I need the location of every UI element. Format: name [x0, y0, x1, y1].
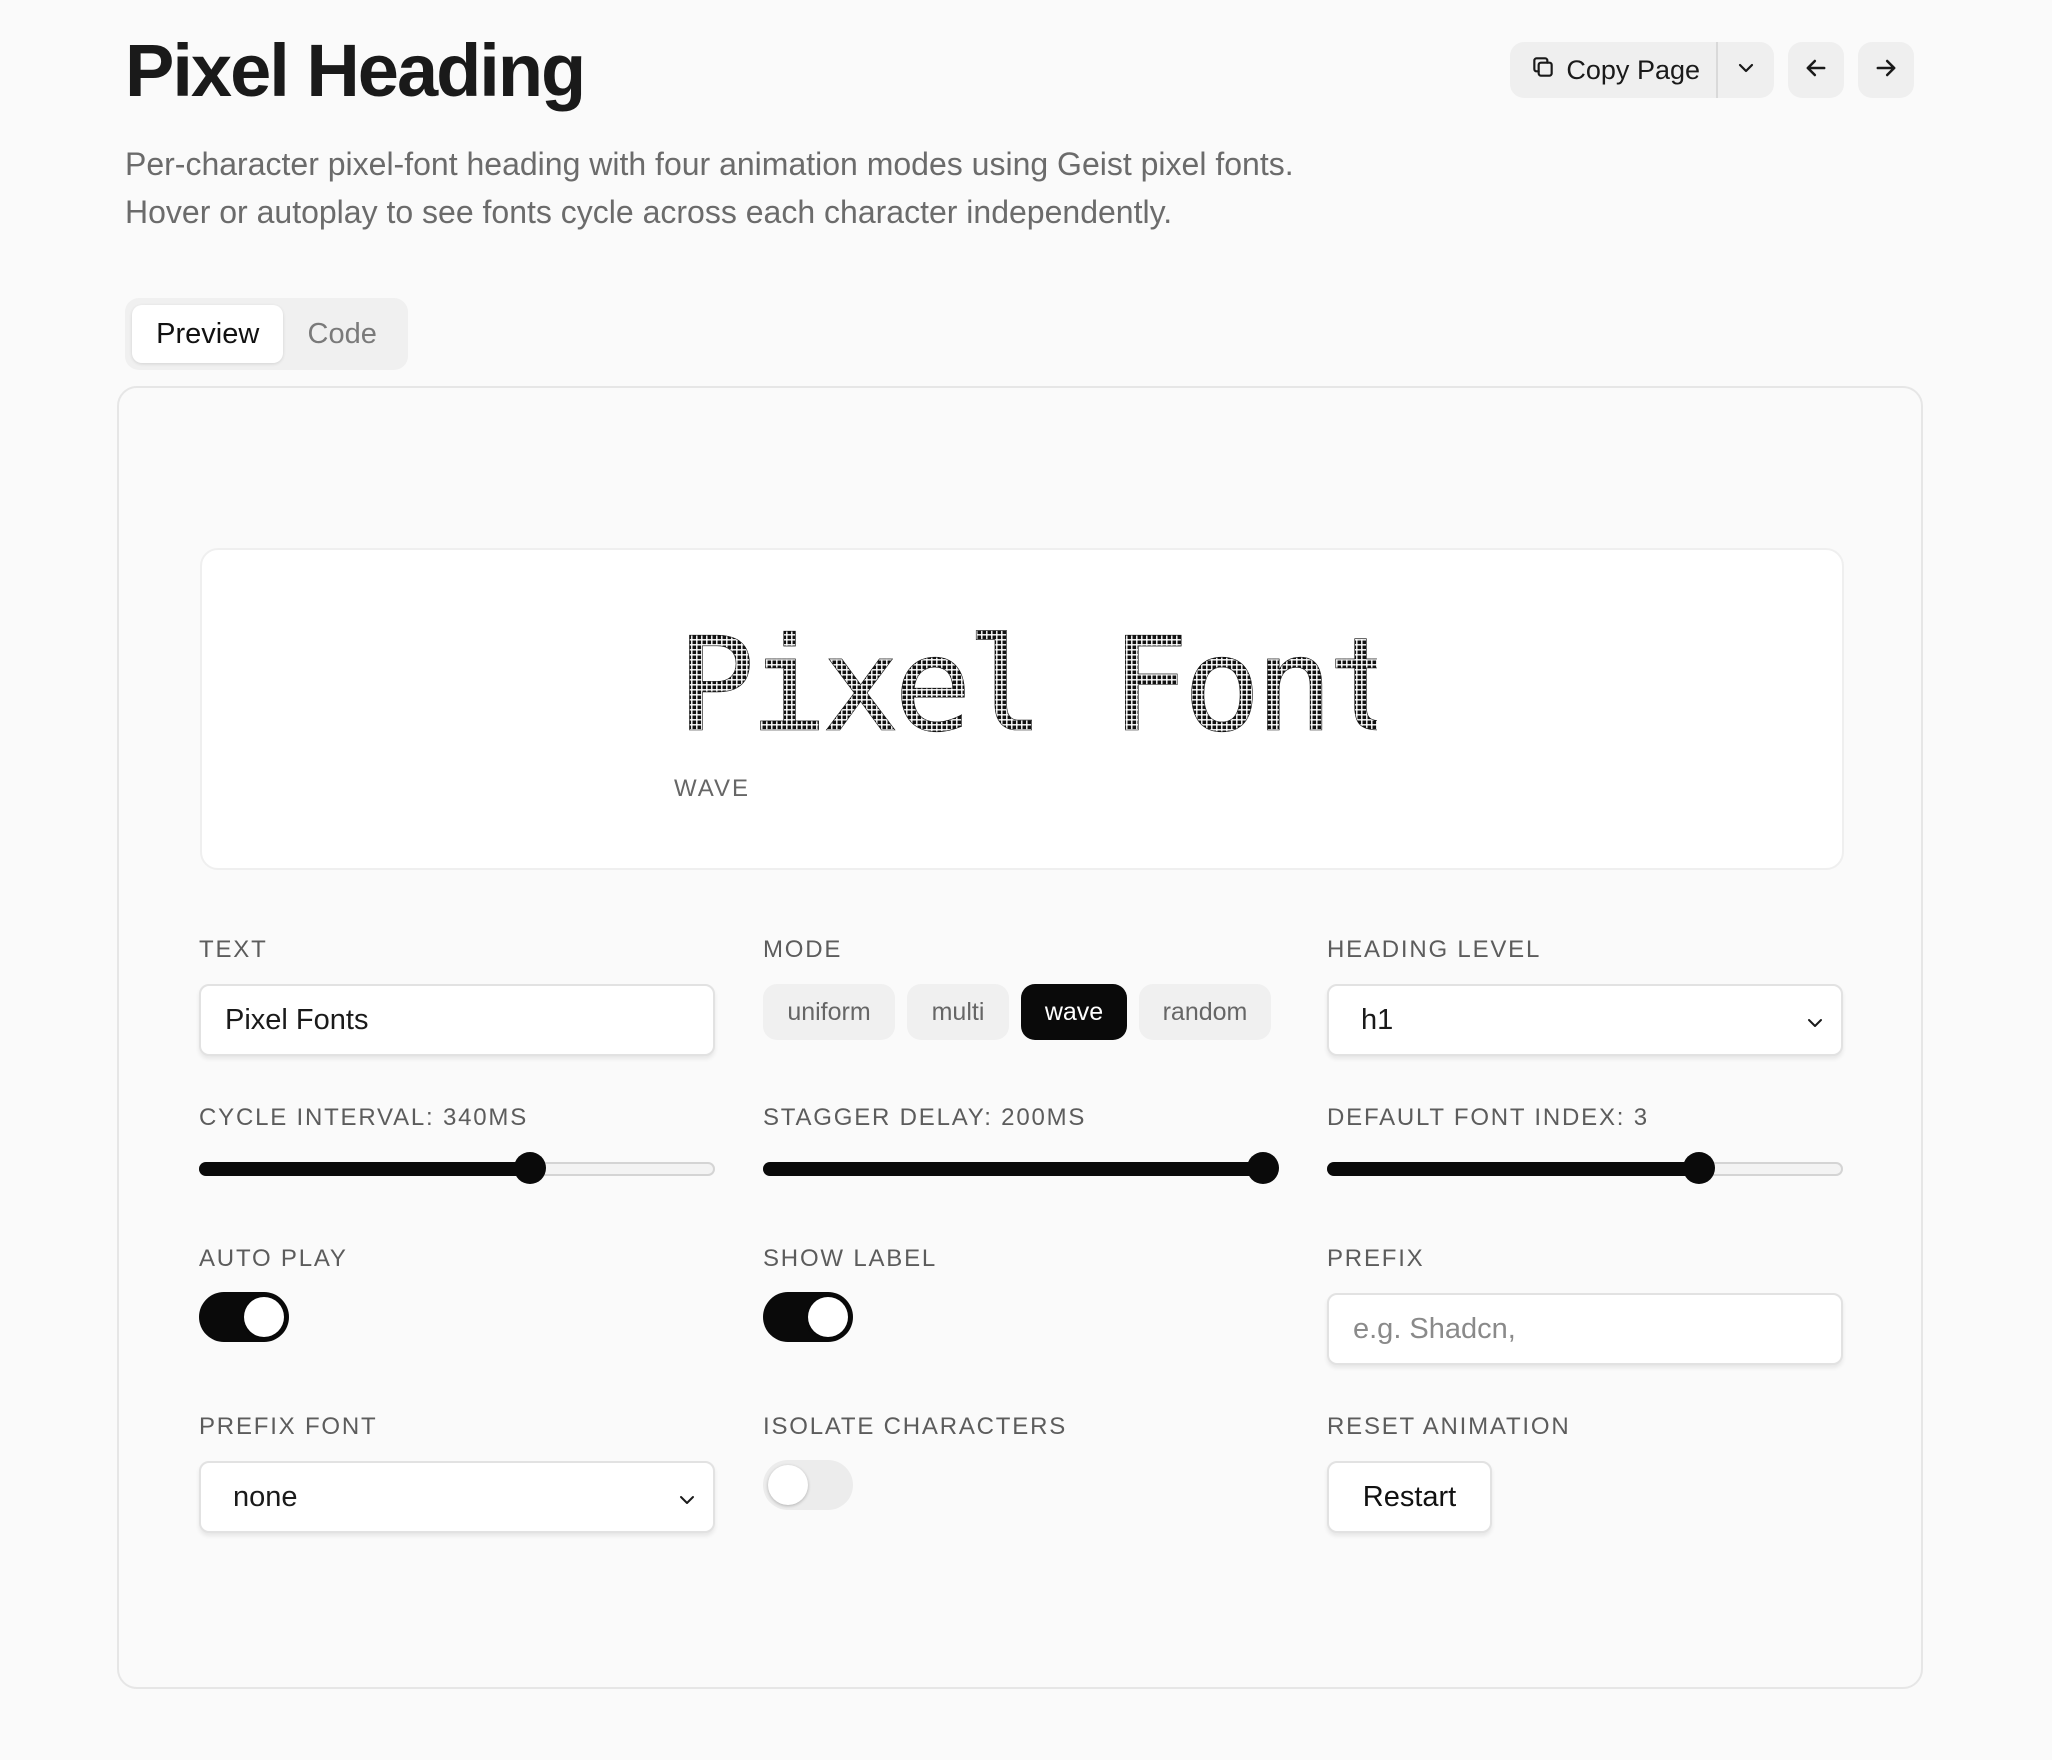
restart-button[interactable]: Restart — [1327, 1461, 1492, 1533]
mode-option-random[interactable]: random — [1139, 984, 1271, 1040]
isolate-characters-label: ISOLATE CHARACTERS — [763, 1413, 1068, 1440]
copy-page-button[interactable]: Copy Page — [1510, 42, 1716, 98]
chevron-down-icon — [1734, 56, 1758, 85]
mode-label-heading: MODE — [763, 936, 843, 963]
copy-icon — [1530, 54, 1556, 87]
mode-option-uniform[interactable]: uniform — [763, 984, 895, 1040]
preview-panel: Pixel Fonts WAVE — [200, 548, 1844, 870]
text-input[interactable]: Pixel Fonts — [199, 984, 715, 1056]
mode-option-multi[interactable]: multi — [907, 984, 1009, 1040]
stagger-delay-slider[interactable] — [763, 1148, 1279, 1188]
auto-play-label: AUTO PLAY — [199, 1245, 348, 1272]
slider-fill — [763, 1162, 1263, 1176]
stagger-delay-label: STAGGER DELAY: 200MS — [763, 1104, 1087, 1131]
next-page-button[interactable] — [1858, 42, 1914, 98]
cycle-interval-slider[interactable] — [199, 1148, 715, 1188]
heading-level-value: h1 — [1361, 1003, 1394, 1036]
prefix-font-select[interactable]: none — [199, 1461, 715, 1533]
demo-card: Pixel Fonts WAVE TEXT Pixel Fonts MODE u… — [117, 386, 1923, 1689]
chevron-down-icon — [1803, 1010, 1827, 1043]
chevron-down-icon — [675, 1487, 699, 1520]
show-label-toggle[interactable] — [763, 1292, 853, 1342]
tab-preview[interactable]: Preview — [132, 305, 284, 363]
prefix-input[interactable]: e.g. Shadcn, — [1327, 1293, 1843, 1365]
copy-options-dropdown[interactable] — [1718, 42, 1774, 98]
heading-level-label: HEADING LEVEL — [1327, 936, 1542, 963]
prefix-label: PREFIX — [1327, 1245, 1425, 1272]
slider-thumb[interactable] — [1682, 1152, 1715, 1184]
pixel-heading-preview: Pixel Fonts — [677, 625, 1377, 740]
mode-selector: uniform multi wave random — [763, 984, 1271, 1040]
slider-thumb[interactable] — [1247, 1152, 1279, 1184]
pixel-heading-text: Pixel Fonts — [677, 625, 1377, 740]
slider-thumb[interactable] — [513, 1152, 546, 1184]
copy-page-group: Copy Page — [1510, 42, 1774, 98]
copy-page-label: Copy Page — [1566, 54, 1700, 85]
page-root: Pixel Heading Per-character pixel-font h… — [0, 0, 2052, 1760]
previous-page-button[interactable] — [1788, 42, 1844, 98]
toggle-knob — [768, 1465, 808, 1505]
page-actions: Copy Page — [1510, 42, 1914, 98]
slider-fill — [199, 1162, 530, 1176]
cycle-interval-label: CYCLE INTERVAL: 340MS — [199, 1104, 529, 1131]
reset-animation-label: RESET ANIMATION — [1327, 1413, 1571, 1440]
text-label: TEXT — [199, 936, 268, 963]
mode-option-wave[interactable]: wave — [1021, 984, 1127, 1040]
toggle-knob — [244, 1297, 284, 1337]
auto-play-toggle[interactable] — [199, 1292, 289, 1342]
prefix-font-label: PREFIX FONT — [199, 1413, 378, 1440]
heading-level-select[interactable]: h1 — [1327, 984, 1843, 1056]
tab-code[interactable]: Code — [283, 305, 401, 363]
default-font-index-label: DEFAULT FONT INDEX: 3 — [1327, 1104, 1649, 1131]
arrow-right-icon — [1872, 54, 1900, 87]
page-description: Per-character pixel-font heading with fo… — [125, 146, 1294, 230]
slider-fill — [1327, 1162, 1699, 1176]
mode-label: WAVE — [674, 775, 751, 802]
page-title: Pixel Heading — [125, 29, 586, 112]
view-tabs: Preview Code — [125, 298, 408, 370]
show-label-label: SHOW LABEL — [763, 1245, 938, 1272]
prefix-font-value: none — [233, 1480, 298, 1513]
toggle-knob — [808, 1297, 848, 1337]
isolate-characters-toggle[interactable] — [763, 1460, 853, 1510]
arrow-left-icon — [1802, 54, 1830, 87]
default-font-index-slider[interactable] — [1327, 1148, 1843, 1188]
